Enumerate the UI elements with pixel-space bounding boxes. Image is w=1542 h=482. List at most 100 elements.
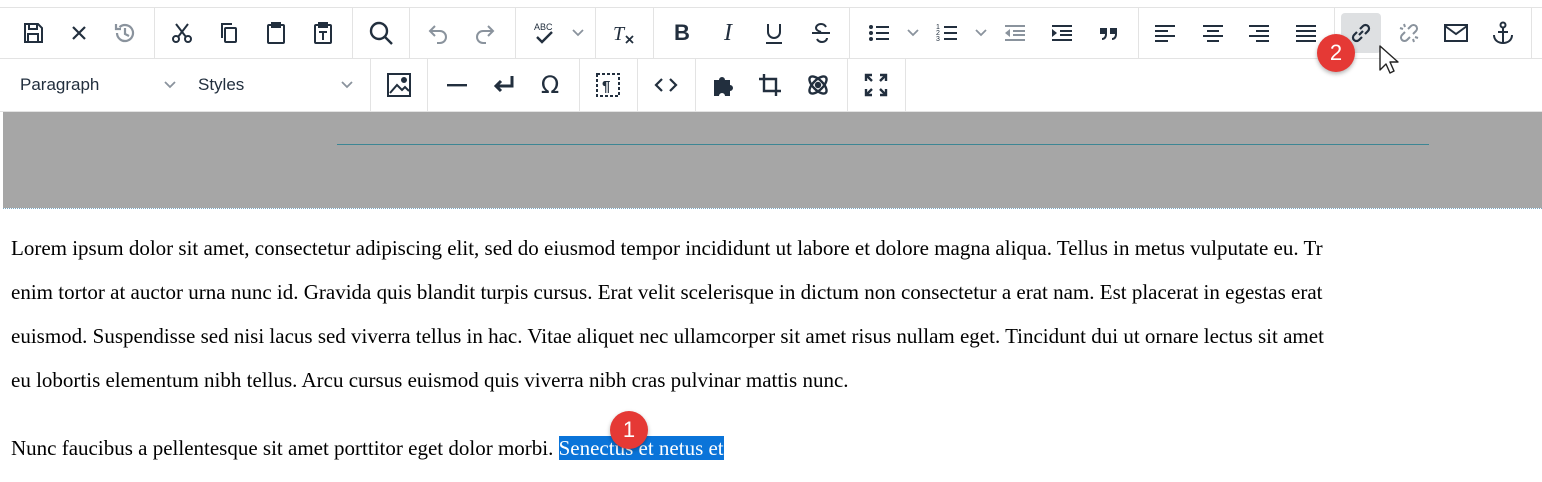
svg-text:¶: ¶ <box>602 78 610 95</box>
custom-element-button[interactable] <box>798 65 838 105</box>
show-blocks-button[interactable]: ¶ <box>588 65 628 105</box>
line-break-icon <box>493 76 514 93</box>
chevron-down-icon <box>164 81 176 89</box>
special-char-button[interactable]: Ω <box>530 65 570 105</box>
toolbar-group-dropdowns: Paragraph Styles <box>0 59 371 111</box>
align-right-button[interactable] <box>1239 13 1279 53</box>
plugin-button[interactable] <box>704 65 744 105</box>
paste-button[interactable] <box>256 13 296 53</box>
restore-draft-button[interactable] <box>105 13 145 53</box>
copy-button[interactable] <box>209 13 249 53</box>
horizontal-rule-icon <box>447 84 467 87</box>
svg-text:3: 3 <box>936 36 940 43</box>
chevron-down-icon <box>572 29 584 37</box>
paragraph-1-line-4: eu lobortis elementum nibh tellus. Arcu … <box>11 368 849 392</box>
fullscreen-icon <box>864 73 888 97</box>
bullet-list-button[interactable] <box>859 13 899 53</box>
numbered-list-icon: 123 <box>936 24 957 43</box>
toolbar-group-blocks: ¶ <box>580 59 638 111</box>
strikethrough-icon <box>812 22 830 44</box>
content-divider <box>3 208 1542 209</box>
styles-value: Styles <box>198 75 245 94</box>
toolbar-group-spellcheck: ABC <box>516 8 596 58</box>
underline-button[interactable] <box>754 13 794 53</box>
blockquote-button[interactable] <box>1089 13 1129 53</box>
undo-button[interactable] <box>418 13 458 53</box>
redo-button[interactable] <box>465 13 505 53</box>
numbered-list-button[interactable]: 123 <box>927 13 967 53</box>
paragraph-1-line-3: euismod. Suspendisse sed nisi lacus sed … <box>11 324 1324 348</box>
toolbar-row-1: ABC T B I 123 <box>0 7 1542 59</box>
cut-button[interactable] <box>162 13 202 53</box>
spellcheck-dropdown[interactable] <box>570 13 586 53</box>
toolbar-group-lists: 123 <box>850 8 1139 58</box>
chevron-down-icon <box>341 81 353 89</box>
spellcheck-button[interactable]: ABC <box>524 13 564 53</box>
image-icon <box>387 73 411 97</box>
underline-icon <box>766 24 782 44</box>
save-icon <box>24 23 43 43</box>
toolbar-group-insert: Ω <box>428 59 580 111</box>
crop-button[interactable] <box>750 65 790 105</box>
editor-header-band <box>3 112 1542 208</box>
toolbar-group-image <box>371 59 428 111</box>
toolbar-group-links <box>1335 8 1532 58</box>
align-right-icon <box>1249 25 1269 42</box>
block-format-value: Paragraph <box>20 75 100 94</box>
anchor-button[interactable] <box>1483 13 1523 53</box>
toolbar-group-file <box>0 8 155 58</box>
save-button[interactable] <box>13 13 53 53</box>
bullet-list-icon <box>869 25 889 41</box>
close-icon <box>72 26 86 40</box>
image-button[interactable] <box>379 65 419 105</box>
horizontal-rule-button[interactable] <box>437 65 477 105</box>
bold-icon: B <box>674 20 690 45</box>
paste-text-button[interactable] <box>303 13 343 53</box>
toolbar-group-search <box>353 8 410 58</box>
toolbar-group-align <box>1139 8 1335 58</box>
bold-button[interactable]: B <box>662 13 702 53</box>
source-code-button[interactable] <box>646 65 686 105</box>
history-icon <box>114 23 135 43</box>
numbered-list-dropdown[interactable] <box>973 13 989 53</box>
toolbar-group-format: B I <box>654 8 850 58</box>
toolbar-row-2: Paragraph Styles Ω ¶ <box>0 59 1542 112</box>
header-rule <box>337 144 1429 145</box>
cancel-button[interactable] <box>59 13 99 53</box>
paragraph-2-text: Nunc faucibus a pellentesque sit amet po… <box>11 436 559 460</box>
step-marker-2: 2 <box>1317 34 1355 72</box>
line-break-button[interactable] <box>484 65 524 105</box>
bullet-list-dropdown[interactable] <box>905 13 921 53</box>
align-left-icon <box>1155 25 1175 42</box>
puzzle-icon <box>714 77 733 96</box>
toolbar-group-source <box>638 59 696 111</box>
align-left-button[interactable] <box>1145 13 1185 53</box>
align-justify-icon <box>1296 25 1316 42</box>
envelope-icon <box>1444 24 1468 42</box>
toolbar-group-clear: T <box>596 8 654 58</box>
indent-button[interactable] <box>1042 13 1082 53</box>
anchor-icon <box>1493 21 1513 45</box>
clipboard-icon <box>267 22 285 44</box>
code-icon <box>654 78 678 92</box>
scissors-icon <box>172 23 192 43</box>
paragraph-1-line-1: Lorem ipsum dolor sit amet, consectetur … <box>11 236 1323 260</box>
align-center-button[interactable] <box>1193 13 1233 53</box>
step-marker-1: 1 <box>610 411 648 449</box>
indent-icon <box>1052 25 1072 41</box>
outdent-button[interactable] <box>995 13 1035 53</box>
block-format-select[interactable]: Paragraph <box>10 65 185 105</box>
fullscreen-button[interactable] <box>856 65 896 105</box>
email-link-button[interactable] <box>1436 13 1476 53</box>
svg-text:T: T <box>613 23 626 45</box>
crop-icon <box>759 74 781 96</box>
styles-select[interactable]: Styles <box>188 65 362 105</box>
atom-icon <box>808 75 828 95</box>
unlink-icon <box>1399 23 1419 43</box>
clear-formatting-button[interactable]: T <box>604 13 644 53</box>
strikethrough-button[interactable] <box>801 13 841 53</box>
search-icon <box>369 21 393 45</box>
italic-button[interactable]: I <box>708 13 748 53</box>
chevron-down-icon <box>975 29 987 37</box>
find-replace-button[interactable] <box>361 13 401 53</box>
